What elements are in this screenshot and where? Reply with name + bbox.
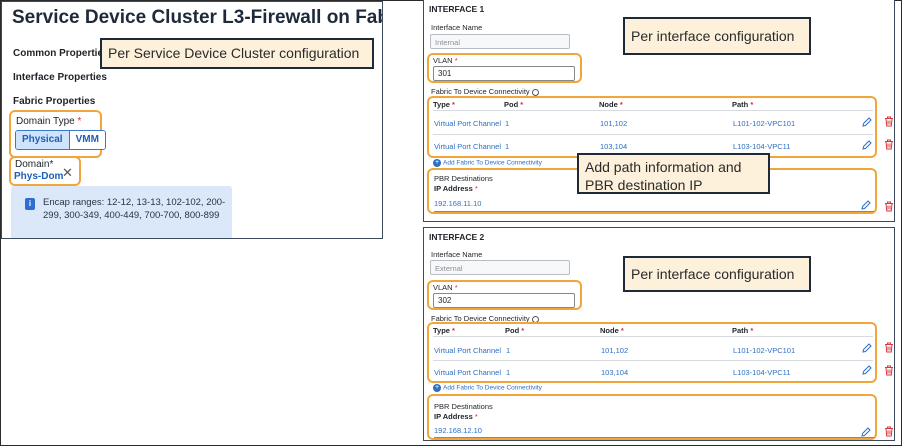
pencil-icon[interactable] [861, 427, 871, 437]
interface-1-connectivity-label: Fabric To Device Connectivity [431, 87, 539, 96]
interface-1-vlan-group: VLAN * 301 [427, 53, 582, 83]
interface-2-connectivity-table: Type * Pod * Node * Path * Virtual Port … [427, 322, 877, 383]
row-2-type[interactable]: Virtual Port Channel [434, 368, 501, 377]
row-1-pod[interactable]: 1 [505, 119, 509, 128]
add-connectivity-link[interactable]: + Add Fabric To Device Connectivity [433, 384, 542, 392]
domain-type-label: Domain Type * [16, 116, 82, 127]
close-icon[interactable]: ✕ [62, 166, 73, 179]
interface-2-vlan-label: VLAN * [433, 283, 458, 292]
add-connectivity-link[interactable]: + Add Fabric To Device Connectivity [433, 159, 542, 167]
required-mark: * [77, 116, 82, 127]
column-header-node: Node * [599, 100, 623, 109]
interface-2-vlan-group: VLAN * 302 [427, 280, 582, 310]
interface-1-vlan-label: VLAN * [433, 56, 458, 65]
pbr-destinations-label: PBR Destinations [434, 402, 493, 411]
info-icon: i [25, 198, 35, 210]
field-underline [434, 437, 874, 438]
ip-address-label: IP Address * [434, 412, 478, 421]
table-divider [433, 360, 873, 361]
trash-icon[interactable] [884, 116, 894, 127]
interface-properties-heading[interactable]: Interface Properties [13, 72, 107, 83]
row-1-node[interactable]: 101,102 [600, 119, 627, 128]
table-divider [433, 110, 873, 111]
column-header-type: Type * [433, 100, 455, 109]
interface-2-name-label: Interface Name [431, 250, 483, 259]
row-1-path[interactable]: L101-102-VPC101 [733, 346, 795, 355]
interface-2-pbr-group: PBR Destinations IP Address * 192.168.12… [427, 394, 877, 440]
pencil-icon[interactable] [862, 365, 872, 375]
trash-icon[interactable] [884, 426, 894, 437]
column-header-pod: Pod * [505, 326, 525, 335]
info-icon [531, 88, 539, 96]
interface-2-vlan-field[interactable]: 302 [433, 293, 575, 308]
callout-interface-2-config: Per interface configuration [623, 256, 811, 292]
domain-type-group: Domain Type * Physical VMM [9, 110, 106, 158]
column-header-path: Path * [732, 100, 754, 109]
ip-address-value[interactable]: 192.168.12.10 [434, 426, 482, 435]
column-header-pod: Pod * [504, 100, 524, 109]
row-2-pod[interactable]: 1 [506, 368, 510, 377]
row-2-path[interactable]: L103-104-VPC11 [733, 368, 790, 377]
interface-1-name-field[interactable]: Internal [430, 34, 570, 49]
ip-address-label: IP Address * [434, 184, 478, 193]
row-2-node[interactable]: 103,104 [601, 368, 628, 377]
domain-type-physical[interactable]: Physical [16, 131, 70, 149]
row-2-node[interactable]: 103,104 [600, 142, 627, 151]
row-1-type[interactable]: Virtual Port Channel [434, 119, 501, 128]
table-divider [433, 336, 873, 337]
interface-2-header: INTERFACE 2 [429, 232, 485, 242]
row-1-type[interactable]: Virtual Port Channel [434, 346, 501, 355]
interface-1-header: INTERFACE 1 [429, 4, 485, 14]
row-1-pod[interactable]: 1 [506, 346, 510, 355]
row-1-node[interactable]: 101,102 [601, 346, 628, 355]
domain-type-vmm[interactable]: VMM [69, 131, 105, 149]
pencil-icon[interactable] [861, 200, 871, 210]
interface-1-name-label: Interface Name [431, 23, 483, 32]
plus-circle-icon: + [433, 384, 441, 392]
domain-label: Domain* [15, 159, 54, 170]
pencil-icon[interactable] [862, 140, 872, 150]
pencil-icon[interactable] [862, 343, 872, 353]
row-1-path[interactable]: L101-102-VPC101 [733, 119, 795, 128]
row-2-pod[interactable]: 1 [505, 142, 509, 151]
callout-path-pbr: Add path information and PBR destination… [577, 153, 770, 194]
domain-value[interactable]: Phys-Dom [14, 171, 63, 182]
interface-1-connectivity-table: Type * Pod * Node * Path * Virtual Port … [427, 96, 877, 158]
callout-cluster-config: Per Service Device Cluster configuration [100, 38, 374, 69]
pencil-icon[interactable] [862, 117, 872, 127]
trash-icon[interactable] [884, 365, 894, 376]
column-header-type: Type * [433, 326, 455, 335]
trash-icon[interactable] [884, 139, 894, 150]
ip-address-value[interactable]: 192.168.11.10 [434, 199, 481, 208]
field-underline [434, 211, 874, 212]
interface-2-name-field[interactable]: External [430, 260, 570, 275]
page-title: Service Device Cluster L3-Firewall on Fa… [12, 7, 382, 28]
callout-interface-1-config: Per interface configuration [623, 17, 811, 55]
encap-info-box: i Encap ranges: 12-12, 13-13, 102-102, 2… [11, 186, 232, 238]
trash-icon[interactable] [884, 342, 894, 353]
domain-type-selector[interactable]: Physical VMM [15, 130, 106, 150]
common-properties-heading[interactable]: Common Properties [13, 48, 109, 59]
table-divider [433, 134, 873, 135]
row-2-type[interactable]: Virtual Port Channel [434, 142, 501, 151]
column-header-node: Node * [600, 326, 624, 335]
fabric-properties-heading: Fabric Properties [13, 96, 96, 107]
pbr-destinations-label: PBR Destinations [434, 174, 493, 183]
cluster-panel: Service Device Cluster L3-Firewall on Fa… [1, 1, 383, 239]
row-2-path[interactable]: L103-104-VPC11 [733, 142, 790, 151]
trash-icon[interactable] [884, 201, 894, 212]
encap-ranges-text: Encap ranges: 12-12, 13-13, 102-102, 200… [43, 197, 226, 221]
column-header-path: Path * [732, 326, 754, 335]
interface-1-vlan-field[interactable]: 301 [433, 66, 575, 81]
plus-circle-icon: + [433, 159, 441, 167]
